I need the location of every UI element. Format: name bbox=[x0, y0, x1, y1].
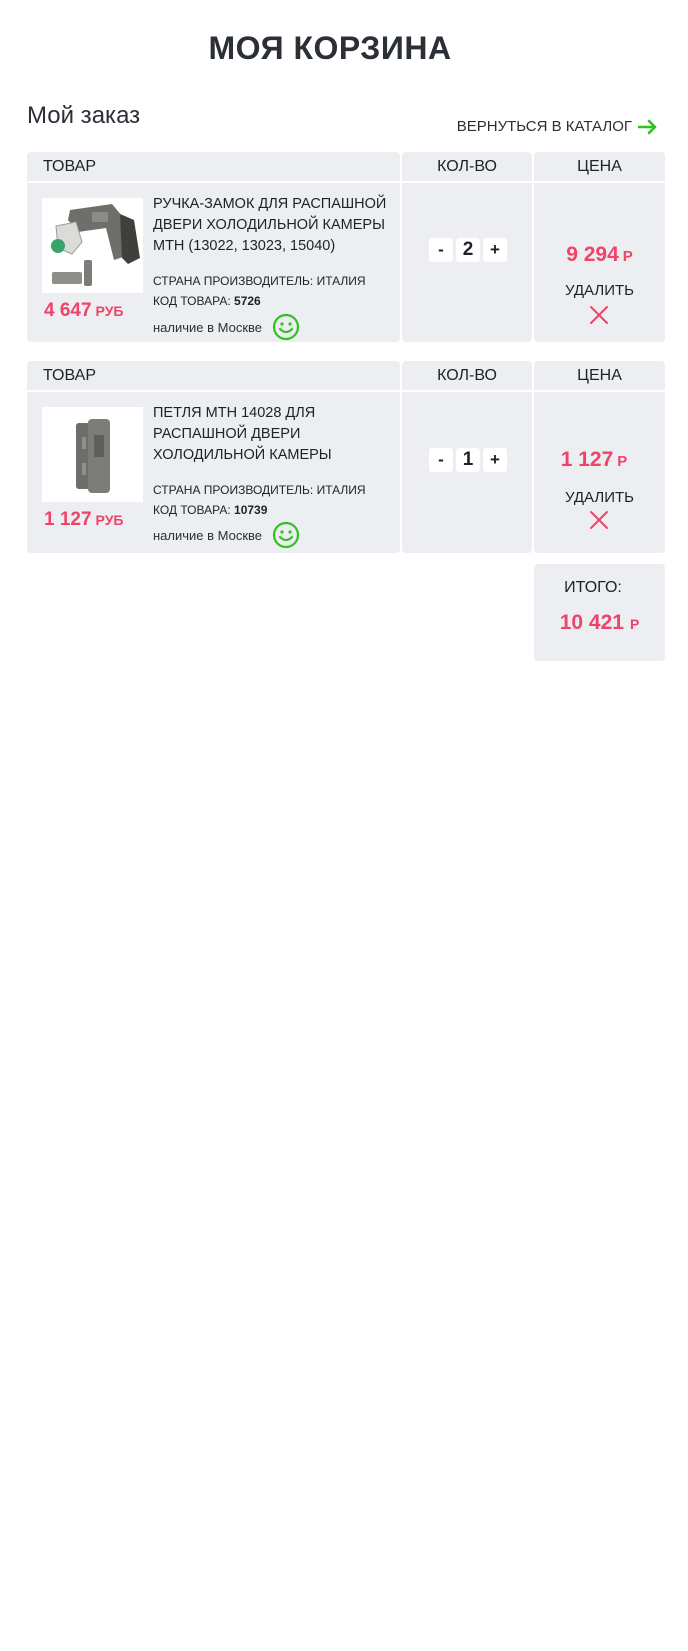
product-country: СТРАНА ПРОИЗВОДИТЕЛЬ: ИТАЛИЯ bbox=[153, 274, 366, 288]
column-header-price: ЦЕНА bbox=[534, 361, 665, 390]
line-total-currency: Р bbox=[622, 248, 633, 265]
unit-price: 4 647 РУБ bbox=[44, 300, 123, 322]
product-name[interactable]: ПЕТЛЯ MTH 14028 ДЛЯ РАСПАШНОЙ ДВЕРИ ХОЛО… bbox=[153, 403, 388, 466]
order-title: Мой заказ bbox=[27, 102, 141, 129]
back-to-catalog-label: ВЕРНУТЬСЯ В КАТАЛОГ bbox=[456, 118, 632, 135]
line-total: 9 294 Р bbox=[534, 243, 665, 267]
qty-cell: - 2 + bbox=[402, 183, 532, 342]
close-icon[interactable] bbox=[588, 304, 610, 326]
smile-icon bbox=[272, 521, 300, 549]
unit-price-value: 1 127 bbox=[44, 509, 92, 530]
country-label: СТРАНА ПРОИЗВОДИТЕЛЬ: bbox=[153, 483, 314, 497]
column-header-qty: КОЛ-ВО bbox=[402, 361, 532, 390]
cart-item: ТОВАР КОЛ-ВО ЦЕНА 4 647 РУБ РУЧКА-ЗАМОК Д… bbox=[27, 152, 665, 342]
column-header-item: ТОВАР bbox=[27, 361, 400, 390]
product-code: КОД ТОВАРА: 5726 bbox=[153, 294, 261, 308]
column-header-qty: КОЛ-ВО bbox=[402, 152, 532, 181]
qty-decrease-button[interactable]: - bbox=[429, 448, 453, 472]
quantity-stepper: - 1 + bbox=[429, 448, 507, 472]
line-total-value: 1 127 bbox=[560, 448, 614, 471]
code-label: КОД ТОВАРА: bbox=[153, 294, 231, 308]
stock-status: наличие в Москве bbox=[153, 313, 300, 341]
unit-price-currency: РУБ bbox=[95, 512, 124, 528]
qty-increase-button[interactable]: + bbox=[483, 448, 507, 472]
quantity-stepper: - 2 + bbox=[429, 238, 507, 262]
line-total-value: 9 294 bbox=[566, 243, 619, 266]
stock-label: наличие в Москве bbox=[153, 319, 263, 335]
smile-icon bbox=[272, 313, 300, 341]
stock-label: наличие в Москве bbox=[153, 527, 263, 543]
qty-cell: - 1 + bbox=[402, 392, 532, 553]
product-image[interactable] bbox=[42, 198, 143, 293]
order-total: ИТОГО: 10 421 Р bbox=[534, 564, 665, 661]
unit-price: 1 127 РУБ bbox=[44, 509, 123, 531]
total-amount: 10 421 bbox=[559, 611, 624, 634]
door-hinge-image bbox=[42, 407, 143, 502]
country-value: ИТАЛИЯ bbox=[316, 483, 366, 497]
back-to-catalog-link[interactable]: ВЕРНУТЬСЯ В КАТАЛОГ bbox=[457, 118, 658, 135]
delete-button[interactable]: УДАЛИТЬ bbox=[534, 282, 665, 299]
product-country: СТРАНА ПРОИЗВОДИТЕЛЬ: ИТАЛИЯ bbox=[153, 483, 366, 497]
column-header-price: ЦЕНА bbox=[534, 152, 665, 181]
country-value: ИТАЛИЯ bbox=[316, 274, 366, 288]
product-code: КОД ТОВАРА: 10739 bbox=[153, 503, 267, 517]
total-currency: Р bbox=[629, 616, 640, 632]
cart-item: ТОВАР КОЛ-ВО ЦЕНА 1 127 РУБ ПЕТЛЯ MTH 140… bbox=[27, 361, 665, 553]
qty-value[interactable]: 2 bbox=[456, 238, 480, 262]
product-name[interactable]: РУЧКА-ЗАМОК ДЛЯ РАСПАШНОЙ ДВЕРИ ХОЛОДИЛЬ… bbox=[153, 194, 388, 257]
item-info-cell: 4 647 РУБ РУЧКА-ЗАМОК ДЛЯ РАСПАШНОЙ ДВЕРИ… bbox=[27, 183, 400, 342]
country-label: СТРАНА ПРОИЗВОДИТЕЛЬ: bbox=[153, 274, 314, 288]
page-title: МОЯ КОРЗИНА bbox=[208, 30, 452, 66]
qty-increase-button[interactable]: + bbox=[483, 238, 507, 262]
total-value: 10 421 Р bbox=[534, 611, 665, 635]
door-handle-lock-image bbox=[42, 198, 143, 293]
delete-button[interactable]: УДАЛИТЬ bbox=[534, 489, 665, 506]
arrow-right-icon bbox=[638, 119, 658, 135]
price-cell: 9 294 Р УДАЛИТЬ bbox=[534, 183, 665, 342]
column-header-item: ТОВАР bbox=[27, 152, 400, 181]
code-label: КОД ТОВАРА: bbox=[153, 503, 231, 517]
code-value: 10739 bbox=[234, 503, 268, 517]
stock-status: наличие в Москве bbox=[153, 521, 300, 549]
close-icon[interactable] bbox=[588, 509, 610, 531]
qty-value[interactable]: 1 bbox=[456, 448, 480, 472]
unit-price-value: 4 647 bbox=[44, 300, 92, 321]
qty-decrease-button[interactable]: - bbox=[429, 238, 453, 262]
total-label: ИТОГО: bbox=[564, 579, 622, 596]
unit-price-currency: РУБ bbox=[95, 303, 124, 319]
line-total: 1 127 Р bbox=[534, 448, 654, 472]
line-total-currency: Р bbox=[617, 453, 628, 470]
product-image[interactable] bbox=[42, 407, 143, 502]
item-info-cell: 1 127 РУБ ПЕТЛЯ MTH 14028 ДЛЯ РАСПАШНОЙ Д… bbox=[27, 392, 400, 553]
price-cell: 1 127 Р УДАЛИТЬ bbox=[534, 392, 665, 553]
code-value: 5726 bbox=[234, 294, 261, 308]
